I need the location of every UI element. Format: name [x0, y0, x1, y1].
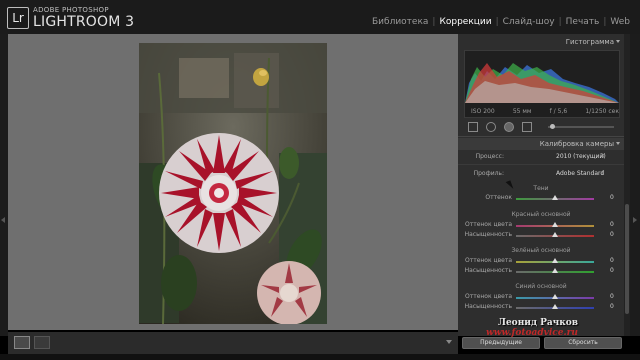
slider-value[interactable]: 0: [610, 257, 614, 264]
dahlia-photo[interactable]: [139, 43, 327, 324]
slider-track[interactable]: [516, 258, 594, 263]
slider-knob[interactable]: [552, 268, 558, 273]
collapse-arrow-icon: [616, 40, 620, 43]
left-panel-toggle[interactable]: [0, 34, 8, 336]
module-web[interactable]: Web: [606, 17, 634, 27]
module-slideshow[interactable]: Слайд-шоу: [499, 17, 559, 27]
focal-length: 55 мм: [512, 108, 532, 115]
filmstrip-edge: [0, 354, 640, 360]
camera-calibration-title: Калибровка камеры: [539, 140, 614, 148]
blue-primary-section-title: Синий основной: [515, 283, 567, 290]
slider-knob[interactable]: [552, 294, 558, 299]
profile-value[interactable]: Adobe Standard: [556, 170, 604, 177]
process-label: Процесс:: [475, 153, 504, 160]
lightroom-logo: Lr: [7, 7, 29, 29]
slider-track[interactable]: [516, 195, 594, 200]
red-eye-icon[interactable]: [504, 122, 514, 132]
slider-label: Оттенок цвета: [464, 293, 512, 300]
image-canvas: [8, 34, 458, 330]
brush-slider[interactable]: [548, 124, 614, 129]
slider-label: Насыщенность: [464, 231, 512, 238]
shadows-tint-slider[interactable]: Оттенок 0: [458, 194, 624, 203]
slider-value[interactable]: 0: [610, 231, 614, 238]
red-hue-slider[interactable]: Оттенок цвета 0: [458, 221, 624, 230]
slider-knob[interactable]: [552, 258, 558, 263]
slider-label: Насыщенность: [464, 303, 512, 310]
watermark-author: Леонид Рачков: [498, 318, 579, 328]
process-value[interactable]: 2010 (текущий): [556, 153, 606, 160]
slider-track[interactable]: [516, 304, 594, 309]
camera-calibration-header[interactable]: Калибровка камеры: [458, 138, 624, 150]
toolbar-menu-arrow-icon[interactable]: [446, 340, 452, 344]
slider-track[interactable]: [516, 268, 594, 273]
module-print[interactable]: Печать: [562, 17, 604, 27]
shutter-speed: 1/1250 сек: [585, 108, 619, 115]
profile-label: Профиль:: [473, 170, 504, 177]
before-after-view-button[interactable]: [34, 336, 50, 349]
slider-knob[interactable]: [552, 222, 558, 227]
green-primary-section-title: Зелёный основной: [511, 247, 571, 254]
slider-label: Насыщенность: [464, 267, 512, 274]
brand-subtitle: ADOBE PHOTOSHOP: [33, 6, 109, 14]
tool-strip: [464, 120, 620, 134]
module-library[interactable]: Библиотека: [368, 17, 432, 27]
red-saturation-slider[interactable]: Насыщенность 0: [458, 231, 624, 240]
blue-saturation-slider[interactable]: Насыщенность 0: [458, 303, 624, 312]
histogram: ISO 200 55 мм f / 5,6 1/1250 сек: [464, 50, 620, 118]
bottom-toolbar: [8, 332, 458, 354]
divider: [458, 164, 624, 165]
slider-value[interactable]: 0: [610, 194, 614, 201]
exif-info: ISO 200 55 мм f / 5,6 1/1250 сек: [471, 108, 619, 115]
graduated-filter-icon[interactable]: [522, 122, 532, 132]
process-row: Процесс: 2010 (текущий) ⇕: [458, 152, 624, 162]
dahlia-photo-image: [139, 43, 327, 324]
profile-dropdown-icon[interactable]: ⇕: [600, 170, 605, 177]
scrollbar-thumb[interactable]: [625, 204, 629, 314]
blue-hue-slider[interactable]: Оттенок цвета 0: [458, 293, 624, 302]
green-hue-slider[interactable]: Оттенок цвета 0: [458, 257, 624, 266]
right-panel-toggle[interactable]: [630, 34, 640, 336]
spot-removal-icon[interactable]: [486, 122, 496, 132]
slider-value[interactable]: 0: [610, 267, 614, 274]
slider-track[interactable]: [516, 294, 594, 299]
profile-row: Профиль: Adobe Standard ⇕: [458, 169, 624, 179]
slider-track[interactable]: [516, 222, 594, 227]
green-saturation-slider[interactable]: Насыщенность 0: [458, 267, 624, 276]
slider-value[interactable]: 0: [610, 293, 614, 300]
slider-label: Оттенок: [485, 194, 512, 201]
slider-label: Оттенок цвета: [464, 257, 512, 264]
aperture: f / 5,6: [549, 108, 568, 115]
previous-button[interactable]: Предыдущие: [462, 337, 540, 349]
module-develop[interactable]: Коррекции: [435, 17, 495, 27]
top-bar: Lr ADOBE PHOTOSHOP LIGHTROOM 3 Библиотек…: [0, 0, 640, 34]
right-panel: Гистограмма ISO 200 55 мм f / 5,6 1/1250…: [458, 34, 624, 336]
process-dropdown-icon[interactable]: ⇕: [600, 153, 605, 160]
right-arrow-icon: [633, 217, 637, 223]
slider-knob[interactable]: [552, 304, 558, 309]
crop-tool-icon[interactable]: [468, 122, 478, 132]
module-picker: Библиотека | Коррекции | Слайд-шоу | Печ…: [368, 17, 634, 27]
right-panel-scrollbar[interactable]: [624, 34, 630, 336]
collapse-arrow-icon: [616, 142, 620, 145]
slider-track[interactable]: [516, 232, 594, 237]
red-primary-section-title: Красный основной: [511, 211, 571, 218]
histogram-title: Гистограмма: [565, 38, 614, 46]
histogram-header[interactable]: Гистограмма: [458, 36, 624, 48]
divider: [458, 136, 624, 137]
brand-title: LIGHTROOM 3: [33, 14, 135, 30]
panel-footer: Предыдущие Сбросить: [462, 337, 622, 349]
left-arrow-icon: [1, 217, 5, 223]
histogram-graph: [465, 63, 619, 103]
slider-value[interactable]: 0: [610, 303, 614, 310]
loupe-view-button[interactable]: [14, 336, 30, 349]
reset-button[interactable]: Сбросить: [544, 337, 622, 349]
slider-label: Оттенок цвета: [464, 221, 512, 228]
shadows-section-title: Тени: [533, 185, 549, 192]
brush-slider-knob[interactable]: [550, 124, 555, 129]
slider-knob[interactable]: [552, 195, 558, 200]
slider-value[interactable]: 0: [610, 221, 614, 228]
iso-value: ISO 200: [471, 108, 495, 115]
slider-knob[interactable]: [552, 232, 558, 237]
